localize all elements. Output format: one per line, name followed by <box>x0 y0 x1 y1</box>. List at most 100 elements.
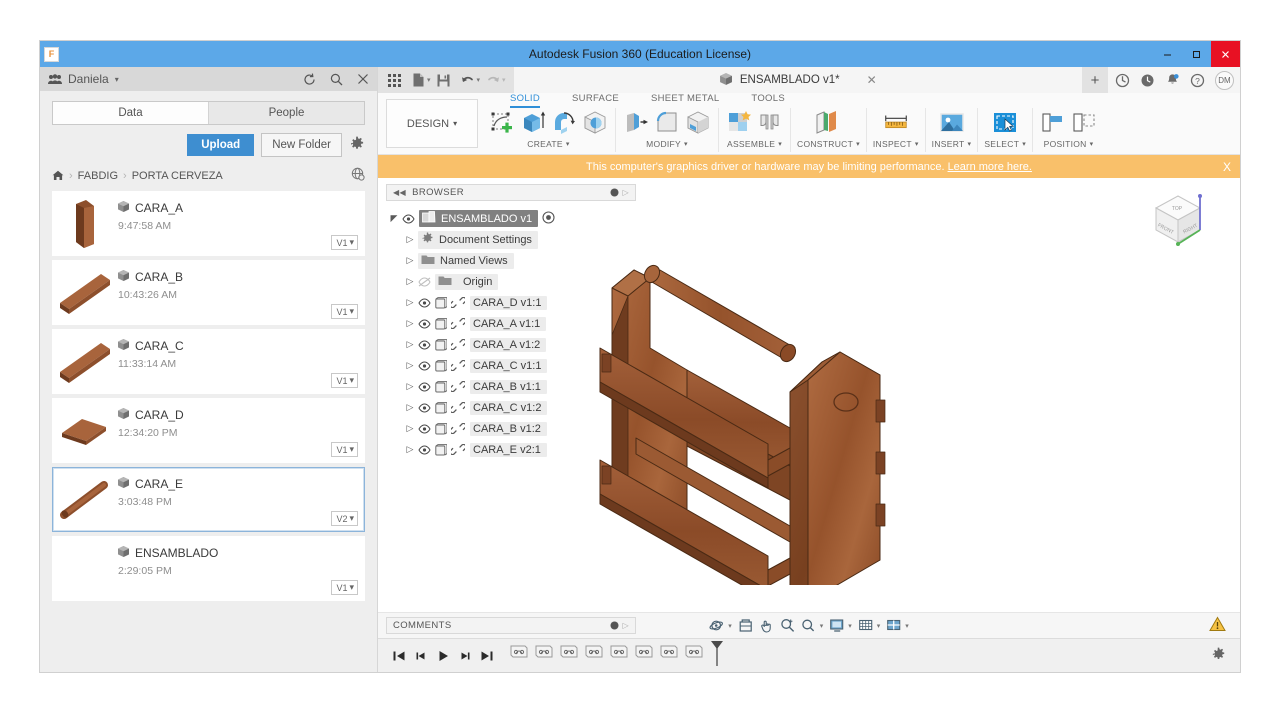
comments-options-icon[interactable]: ▷ <box>610 621 629 630</box>
expand-arrow-icon[interactable]: ▷ <box>402 276 418 287</box>
globe-share-icon[interactable] <box>351 167 365 184</box>
press-pull-icon[interactable] <box>622 109 650 137</box>
visibility-eye-icon[interactable] <box>402 213 415 224</box>
tab-people[interactable]: People <box>208 102 364 124</box>
select-window-icon[interactable] <box>991 109 1019 137</box>
activate-component-radio[interactable] <box>542 210 555 227</box>
align-icon[interactable] <box>1039 109 1067 137</box>
undo-menu-caret[interactable]: ▾ <box>477 76 481 84</box>
visibility-eye-icon[interactable] <box>418 318 431 329</box>
maximize-button[interactable] <box>1182 41 1211 67</box>
job-status-icon[interactable] <box>1111 73 1133 88</box>
timeline-feature[interactable] <box>683 641 705 660</box>
create-sketch-icon[interactable] <box>488 109 516 137</box>
expand-arrow-icon[interactable]: ▷ <box>402 402 418 413</box>
ribbon-group-label-inspect[interactable]: INSPECT ▾ <box>873 139 919 149</box>
ribbon-group-label-construct[interactable]: CONSTRUCT ▾ <box>797 139 860 149</box>
file-menu-caret[interactable]: ▾ <box>427 76 431 84</box>
upload-button[interactable]: Upload <box>187 134 255 156</box>
expand-arrow-icon[interactable]: ▷ <box>402 234 418 245</box>
construct-plane-icon[interactable] <box>814 109 842 137</box>
version-selector[interactable]: V1 ▾ <box>331 580 358 595</box>
version-selector[interactable]: V2 ▾ <box>331 511 358 526</box>
comments-panel-header[interactable]: COMMENTS ▷ <box>386 617 636 634</box>
visibility-eye-icon[interactable] <box>418 402 431 413</box>
recent-icon[interactable] <box>1136 73 1158 88</box>
version-selector[interactable]: V1 ▾ <box>331 373 358 388</box>
visibility-eye-icon[interactable] <box>418 423 431 434</box>
step-forward-icon[interactable] <box>454 649 476 663</box>
ribbon-group-label-insert[interactable]: INSERT ▾ <box>932 139 972 149</box>
ribbon-group-label-select[interactable]: SELECT ▾ <box>984 139 1026 149</box>
expand-arrow-icon[interactable]: ▷ <box>402 360 418 371</box>
collapse-browser-icon[interactable]: ◀◀ <box>393 188 406 197</box>
tab-sheet-metal[interactable]: SHEET METAL <box>651 93 719 108</box>
expand-arrow-icon[interactable]: ▷ <box>402 444 418 455</box>
document-tab-close-icon[interactable]: ✕ <box>867 73 877 87</box>
view-cube[interactable]: TOP FRONT RIGHT <box>1144 182 1218 256</box>
help-icon[interactable]: ? <box>1186 73 1208 88</box>
expand-arrow-icon[interactable]: ▷ <box>402 297 418 308</box>
save-icon[interactable] <box>433 67 455 93</box>
visibility-eye-icon[interactable] <box>418 360 431 371</box>
expand-arrow-icon[interactable]: ▷ <box>402 423 418 434</box>
pan-icon[interactable] <box>759 618 774 633</box>
search-icon[interactable] <box>330 73 343 86</box>
user-dropdown-caret[interactable]: ▾ <box>115 75 119 84</box>
extrude-icon[interactable] <box>519 109 547 137</box>
timeline-feature[interactable] <box>508 641 530 660</box>
redo-icon[interactable] <box>482 67 504 93</box>
list-item-selected[interactable]: CARA_E 3:03:48 PM V2 ▾ <box>52 467 365 532</box>
workspace-switcher-design[interactable]: DESIGN ▾ <box>386 99 478 148</box>
jump-start-icon[interactable] <box>388 649 410 663</box>
expand-arrow-icon[interactable]: ▷ <box>402 339 418 350</box>
timeline-feature[interactable] <box>533 641 555 660</box>
home-icon[interactable] <box>52 170 64 181</box>
viewports-icon[interactable]: ▾ <box>886 618 909 633</box>
version-selector[interactable]: V1 ▾ <box>331 304 358 319</box>
look-at-icon[interactable] <box>738 618 753 633</box>
measure-icon[interactable] <box>882 109 910 137</box>
grid-snaps-icon[interactable]: ▾ <box>858 618 880 633</box>
breadcrumb-item-fabdig[interactable]: FABDIG <box>78 170 118 182</box>
shell-icon[interactable] <box>684 109 712 137</box>
list-item[interactable]: ENSAMBLADO 2:29:05 PM V1 ▾ <box>52 536 365 601</box>
visibility-eye-off-icon[interactable] <box>418 276 431 287</box>
minimize-button[interactable] <box>1153 41 1182 67</box>
orbit-icon[interactable]: ▾ <box>709 618 732 633</box>
tab-data[interactable]: Data <box>53 102 208 124</box>
timeline-feature[interactable] <box>658 641 680 660</box>
revolve-icon[interactable] <box>550 109 578 137</box>
zoom-icon[interactable] <box>780 618 795 633</box>
data-panel-settings-gear-icon[interactable] <box>349 136 365 155</box>
move-copy-icon[interactable] <box>1070 109 1098 137</box>
ribbon-group-label-create[interactable]: CREATE ▾ <box>527 139 569 149</box>
new-tab-button[interactable]: + <box>1082 67 1108 93</box>
jump-end-icon[interactable] <box>476 649 498 663</box>
avatar[interactable]: DM <box>1215 70 1234 90</box>
timeline-feature[interactable] <box>583 641 605 660</box>
list-item[interactable]: CARA_A 9:47:58 AM V1 ▾ <box>52 191 365 256</box>
new-folder-button[interactable]: New Folder <box>261 133 342 157</box>
model-viewport-object[interactable] <box>590 178 930 611</box>
breadcrumb-item-porta-cerveza[interactable]: PORTA CERVEZA <box>132 170 223 182</box>
document-tab[interactable]: ENSAMBLADO v1* ✕ <box>713 72 883 89</box>
ribbon-group-label-position[interactable]: POSITION ▾ <box>1044 139 1094 149</box>
visibility-eye-icon[interactable] <box>418 297 431 308</box>
step-back-icon[interactable] <box>410 649 432 663</box>
expand-arrow-icon[interactable]: ▷ <box>402 318 418 329</box>
timeline-marker[interactable] <box>710 641 724 670</box>
dismiss-warning-icon[interactable]: X <box>1223 160 1231 174</box>
tab-tools[interactable]: TOOLS <box>751 93 785 108</box>
close-button[interactable] <box>1211 41 1240 67</box>
new-component-icon[interactable] <box>725 109 753 137</box>
refresh-icon[interactable] <box>303 73 316 86</box>
joint-icon[interactable] <box>756 109 784 137</box>
expand-arrow-icon[interactable]: ▷ <box>402 381 418 392</box>
expand-arrow-icon[interactable]: ▷ <box>402 255 418 266</box>
warning-triangle-icon[interactable] <box>1209 616 1226 635</box>
file-new-icon[interactable] <box>407 67 429 93</box>
timeline-feature[interactable] <box>633 641 655 660</box>
close-panel-icon[interactable] <box>357 73 369 85</box>
tab-surface[interactable]: SURFACE <box>572 93 619 108</box>
